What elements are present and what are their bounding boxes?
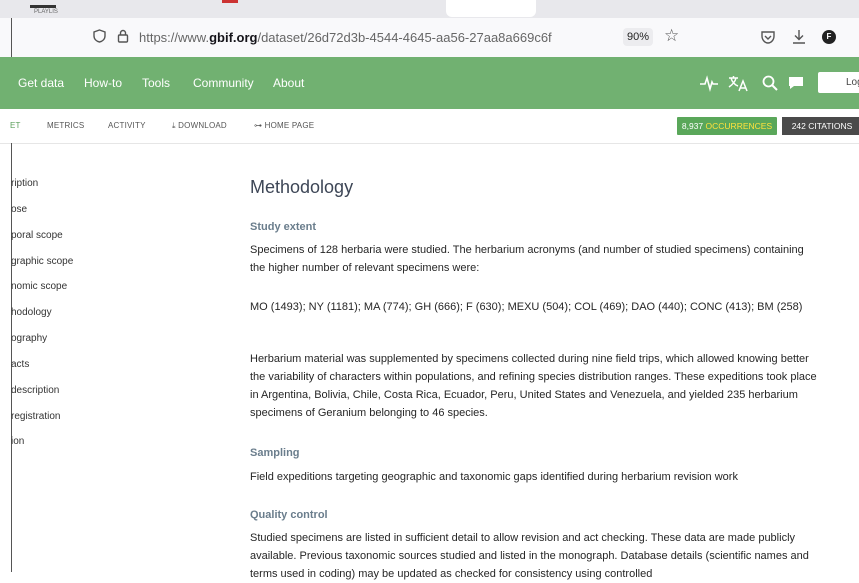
toc-item[interactable]: hodology <box>11 307 52 318</box>
download-icon[interactable] <box>790 28 808 46</box>
browser-tab-strip: PLAYLIS <box>0 0 859 18</box>
chat-icon[interactable] <box>788 73 804 93</box>
star-icon[interactable]: ☆ <box>664 27 679 45</box>
toc-item[interactable]: ion <box>11 436 24 447</box>
tab-favicon <box>30 5 56 8</box>
link-icon: ⊶ <box>254 121 265 130</box>
page-title: Methodology <box>250 177 354 197</box>
site-navbar: Get data How-to Tools Community About <box>0 57 859 109</box>
toc-item[interactable]: graphic scope <box>11 256 73 267</box>
nav-tools[interactable]: Tools <box>142 76 170 90</box>
lock-icon[interactable] <box>117 29 129 43</box>
section-heading: Quality control <box>250 509 328 521</box>
section-heading: Sampling <box>250 447 300 459</box>
toc-item[interactable]: ription <box>11 178 38 189</box>
login-button[interactable]: Log <box>818 72 859 93</box>
profile-icon[interactable]: F <box>822 30 836 44</box>
section-heading: Study extent <box>250 221 317 233</box>
citations-badge[interactable]: 242 CITATIONS <box>782 117 859 135</box>
paragraph: Field expeditions targeting geographic a… <box>250 471 738 483</box>
nav-about[interactable]: About <box>273 76 304 90</box>
browser-toolbar: https://www.gbif.org/dataset/26d72d3b-45… <box>0 18 859 58</box>
search-icon[interactable] <box>761 73 779 93</box>
nav-get-data[interactable]: Get data <box>18 76 64 90</box>
toc-item[interactable]: description <box>11 385 59 396</box>
nav-community[interactable]: Community <box>193 76 254 90</box>
activity-icon[interactable] <box>699 73 719 93</box>
translate-icon[interactable] <box>727 73 749 93</box>
active-tab[interactable] <box>446 0 536 17</box>
paragraph: Specimens of 128 herbaria were studied. … <box>250 244 804 274</box>
toc-item[interactable]: acts <box>11 359 29 370</box>
pocket-icon[interactable] <box>759 28 777 46</box>
shield-icon[interactable] <box>93 29 106 43</box>
zoom-level[interactable]: 90% <box>623 28 653 46</box>
paragraph: MO (1493); NY (1181); MA (774); GH (666)… <box>250 301 803 313</box>
toc-item[interactable]: ose <box>11 204 27 215</box>
tab-title[interactable]: PLAYLIS <box>34 9 58 15</box>
toc-item[interactable]: registration <box>11 411 60 422</box>
toc-item[interactable]: nomic scope <box>11 281 67 292</box>
tab-indicator <box>222 0 238 3</box>
tab-home-page[interactable]: ⊶ HOME PAGE <box>254 121 314 130</box>
tab-download[interactable]: ⤓ DOWNLOAD <box>172 121 227 131</box>
tab-dataset[interactable]: ET <box>10 121 21 130</box>
window-edge <box>11 18 12 57</box>
occurrences-badge[interactable]: 8,937 OCCURRENCES <box>677 117 777 135</box>
tab-metrics[interactable]: METRICS <box>47 121 84 130</box>
address-bar[interactable]: https://www.gbif.org/dataset/26d72d3b-45… <box>139 30 552 45</box>
nav-how-to[interactable]: How-to <box>84 76 122 90</box>
paragraph: Studied specimens are listed in sufficie… <box>250 532 809 580</box>
tab-activity[interactable]: ACTIVITY <box>108 121 146 130</box>
toc-item[interactable]: ography <box>11 333 47 344</box>
paragraph: Herbarium material was supplemented by s… <box>250 353 817 419</box>
toc-item[interactable]: poral scope <box>11 230 63 241</box>
